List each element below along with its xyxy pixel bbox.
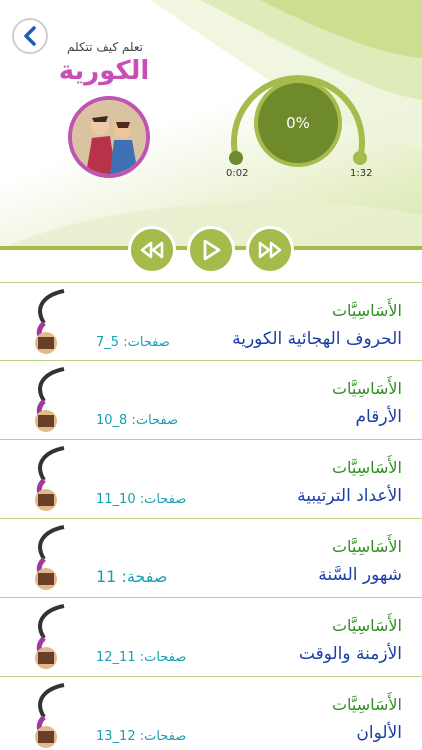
app-title: الكورية [58,56,150,86]
lesson-thumbnail [35,289,65,354]
lesson-thumbnail [35,525,65,590]
item-category: الأَسَاسِيَّات [331,379,402,398]
item-pages: صفحات: 11_12 [96,650,187,665]
list-item[interactable]: الأَسَاسِيَّات شهور السَّنة صفحة: 11 [0,519,422,598]
header: تعلم كيف تتكلم الكورية 0% 0:02 1:32 [0,0,422,250]
fast-forward-button[interactable] [246,226,294,274]
item-category: الأَسَاسِيَّات [331,458,402,477]
item-title: الأرقام [355,407,402,427]
lesson-thumbnail [35,683,65,748]
item-pages: صفحات: 8_10 [96,413,179,428]
item-category: الأَسَاسِيَّات [331,695,402,714]
item-category: الأَسَاسِيَّات [331,616,402,635]
progress-percent: 0% [286,114,310,132]
list-item[interactable]: الأَسَاسِيَّات الأرقام صفحات: 8_10 [0,361,422,440]
lesson-thumbnail [35,604,65,669]
list-item[interactable]: الأَسَاسِيَّات الحروف الهجائية الكورية ص… [0,282,422,361]
item-category: الأَسَاسِيَّات [331,301,402,320]
list-item[interactable]: الأَسَاسِيَّات الأزمنة والوقت صفحات: 11_… [0,598,422,677]
item-pages: صفحة: 11 [96,567,168,586]
total-time: 1:32 [350,168,373,179]
playback-controls [128,226,298,276]
play-icon [203,239,221,261]
lesson-thumbnail [35,446,65,511]
back-button[interactable] [12,18,48,54]
rewind-button[interactable] [128,226,176,274]
app-subtitle: تعلم كيف تتكلم [66,40,144,54]
item-title: الأعداد الترتيبية [297,486,402,506]
item-title: الحروف الهجائية الكورية [232,329,402,349]
item-pages: صفحات: 5_7 [96,335,170,350]
list-item[interactable]: الأَسَاسِيَّات الألوان صفحات: 12_13 [0,677,422,750]
lesson-thumbnail [35,367,65,432]
play-button[interactable] [187,226,235,274]
rewind-icon [140,241,164,259]
item-pages: صفحات: 12_13 [96,729,187,744]
item-title: الألوان [356,723,402,743]
chevron-left-icon [24,26,36,46]
elapsed-time: 0:02 [226,168,249,179]
item-category: الأَسَاسِيَّات [331,537,402,556]
avatar [68,96,150,178]
item-title: شهور السَّنة [318,565,402,585]
list-item[interactable]: الأَسَاسِيَّات الأعداد الترتيبية صفحات: … [0,440,422,519]
item-pages: صفحات: 10_11 [96,492,187,507]
item-title: الأزمنة والوقت [298,644,402,664]
fast-forward-icon [258,241,282,259]
lesson-list: الأَسَاسِيَّات الحروف الهجائية الكورية ص… [0,282,422,750]
